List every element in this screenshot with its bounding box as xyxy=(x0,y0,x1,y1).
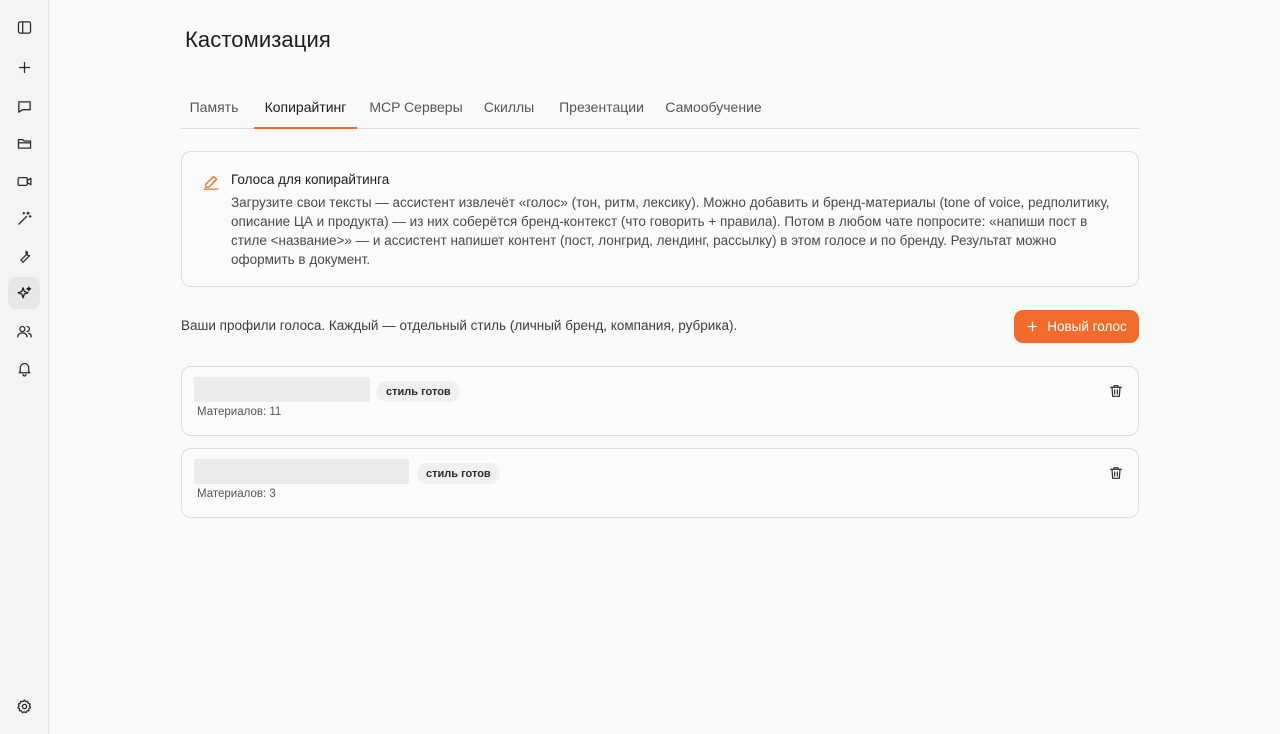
settings-button[interactable] xyxy=(8,690,40,722)
voice-profile-card[interactable]: стиль готов Материалов: 3 xyxy=(181,448,1139,518)
magic-button[interactable] xyxy=(8,202,40,234)
plus-icon xyxy=(1027,321,1038,332)
trash-icon xyxy=(1110,467,1122,479)
pencil-icon xyxy=(203,175,219,190)
profiles-caption: Ваши профили голоса. Каждый — отдельный … xyxy=(181,318,738,333)
sidebar-toggle-icon xyxy=(17,20,31,34)
customization-button[interactable] xyxy=(8,277,40,309)
new-voice-label: Новый голос xyxy=(1047,319,1127,334)
materials-count: Материалов: 3 xyxy=(197,488,276,500)
materials-count: Материалов: 11 xyxy=(197,406,282,418)
tools-button[interactable] xyxy=(8,240,40,272)
tab-presentations[interactable]: Презентации xyxy=(553,86,650,128)
info-card: Голоса для копирайтинга Загрузите свои т… xyxy=(181,151,1139,287)
status-badge: стиль готов xyxy=(377,381,460,402)
tab-copywriting[interactable]: Копирайтинг xyxy=(254,86,357,129)
notifications-button[interactable] xyxy=(8,352,40,384)
page-title: Кастомизация xyxy=(185,27,331,52)
sidebar xyxy=(0,0,49,734)
main-content: Кастомизация Память Копирайтинг MCP Серв… xyxy=(49,0,1280,734)
video-button[interactable] xyxy=(8,165,40,197)
info-title: Голоса для копирайтинга xyxy=(231,172,390,187)
team-button[interactable] xyxy=(8,315,40,347)
tab-bar: Память Копирайтинг MCP Серверы Скиллы Пр… xyxy=(181,86,1139,129)
wrench-icon xyxy=(19,250,30,263)
profile-name-placeholder xyxy=(194,377,370,402)
folder-icon xyxy=(17,138,31,149)
tab-self-learning[interactable]: Самообучение xyxy=(663,86,764,128)
magic-wand-icon xyxy=(17,210,32,225)
chat-icon xyxy=(17,100,31,113)
info-description: Загрузите свои тексты — ассистент извлеч… xyxy=(231,195,1110,267)
gear-icon xyxy=(16,698,31,713)
tab-mcp-servers[interactable]: MCP Серверы xyxy=(365,86,467,128)
sparkles-icon xyxy=(16,285,31,298)
status-badge: стиль готов xyxy=(417,463,500,484)
profile-name-placeholder xyxy=(194,459,409,484)
voice-profile-card[interactable]: стиль готов Материалов: 11 xyxy=(181,366,1139,436)
trash-icon xyxy=(1110,385,1122,397)
delete-profile-button[interactable] xyxy=(1106,463,1126,483)
new-voice-button[interactable]: Новый голос xyxy=(1014,310,1139,343)
plus-icon xyxy=(18,61,30,73)
delete-profile-button[interactable] xyxy=(1106,381,1126,401)
projects-button[interactable] xyxy=(8,127,40,159)
users-icon xyxy=(16,325,32,337)
sidebar-toggle-button[interactable] xyxy=(8,11,40,43)
tab-memory[interactable]: Память xyxy=(181,86,247,128)
chats-button[interactable] xyxy=(8,90,40,122)
bell-icon xyxy=(18,362,30,377)
tab-skills[interactable]: Скиллы xyxy=(478,86,540,128)
video-icon xyxy=(16,176,32,186)
new-chat-button[interactable] xyxy=(8,51,40,83)
